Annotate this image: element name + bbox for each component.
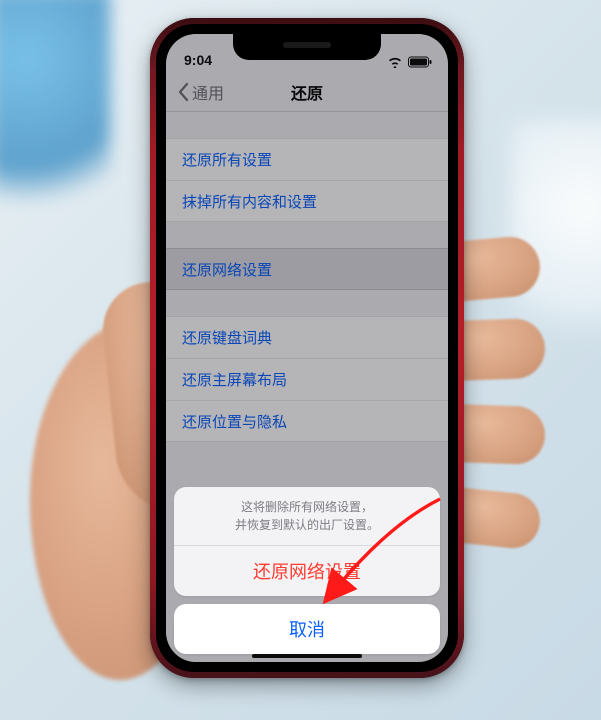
background-blob (511, 120, 601, 340)
background-blob (0, 0, 110, 220)
button-label: 取消 (289, 616, 325, 642)
action-sheet: 这将删除所有网络设置， 并恢复到默认的出厂设置。 还原网络设置 取消 (174, 487, 440, 654)
cancel-button[interactable]: 取消 (174, 604, 440, 654)
confirm-reset-network-button[interactable]: 还原网络设置 (174, 546, 440, 596)
button-label: 还原网络设置 (253, 558, 361, 584)
message-line: 并恢复到默认的出厂设置。 (192, 516, 422, 535)
action-sheet-message: 这将删除所有网络设置， 并恢复到默认的出厂设置。 (174, 487, 440, 546)
message-line: 这将删除所有网络设置， (192, 498, 422, 517)
action-sheet-group: 这将删除所有网络设置， 并恢复到默认的出厂设置。 还原网络设置 (174, 487, 440, 596)
phone-screen: 9:04 (166, 34, 448, 662)
phone-device: 9:04 (150, 18, 464, 678)
home-indicator (252, 654, 362, 658)
notch (233, 34, 381, 60)
